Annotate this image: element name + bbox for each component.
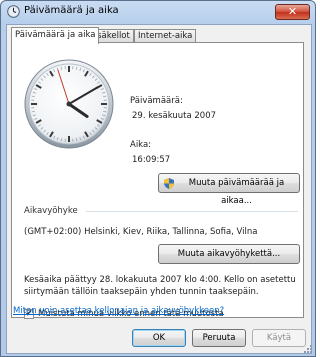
timezone-separator [86, 211, 298, 212]
ok-button[interactable]: OK [132, 329, 186, 347]
tab-date-and-time[interactable]: Päivämäärä ja aika [11, 27, 100, 44]
analog-clock [24, 59, 114, 149]
tab-internet-time[interactable]: Internet-aika [134, 29, 197, 42]
change-date-time-button[interactable]: Muuta päivämäärää ja aikaa... [158, 173, 300, 206]
date-value: 29. kesäkuuta 2007 [132, 111, 217, 121]
close-button[interactable]: ✕ [275, 4, 310, 20]
help-link[interactable]: Miten voin asettaa kellonajan ja aikavyö… [13, 306, 224, 316]
uac-shield-icon [164, 178, 174, 189]
title-bar[interactable]: Päivämäärä ja aika ✕ [1, 1, 315, 23]
dialog-body: Päivämäärä ja aika Lisäkellot Internet-a… [6, 24, 312, 354]
clock-icon [7, 5, 20, 18]
tab-panel-date-and-time: Päivämäärä: 29. kesäkuuta 2007 Aika: 16:… [11, 42, 304, 319]
window-title: Päivämäärä ja aika [24, 5, 119, 16]
date-label: Päivämäärä: [130, 96, 183, 106]
dialog-window: Päivämäärä ja aika ✕ Päivämäärä ja aika … [0, 0, 316, 357]
time-label: Aika: [130, 140, 152, 150]
timezone-value: (GMT+02:00) Helsinki, Kiev, Riika, Talli… [24, 227, 258, 237]
dst-info-line-1: Kesäaika päättyy 28. lokakuuta 2007 klo … [24, 275, 296, 285]
dst-info-line-2: siirtymään tällöin taaksepäin yhden tunn… [24, 287, 259, 297]
resize-grip-icon[interactable] [303, 344, 313, 354]
change-date-time-label: Muuta päivämäärää ja aikaa... [188, 178, 285, 206]
cancel-button[interactable]: Peruuta [192, 329, 246, 347]
change-timezone-button[interactable]: Muuta aikavyöhykettä... [158, 244, 300, 264]
timezone-section-label: Aikavyöhyke [24, 206, 78, 216]
time-value: 16:09:57 [132, 155, 171, 165]
apply-button[interactable]: Käytä [252, 329, 306, 347]
